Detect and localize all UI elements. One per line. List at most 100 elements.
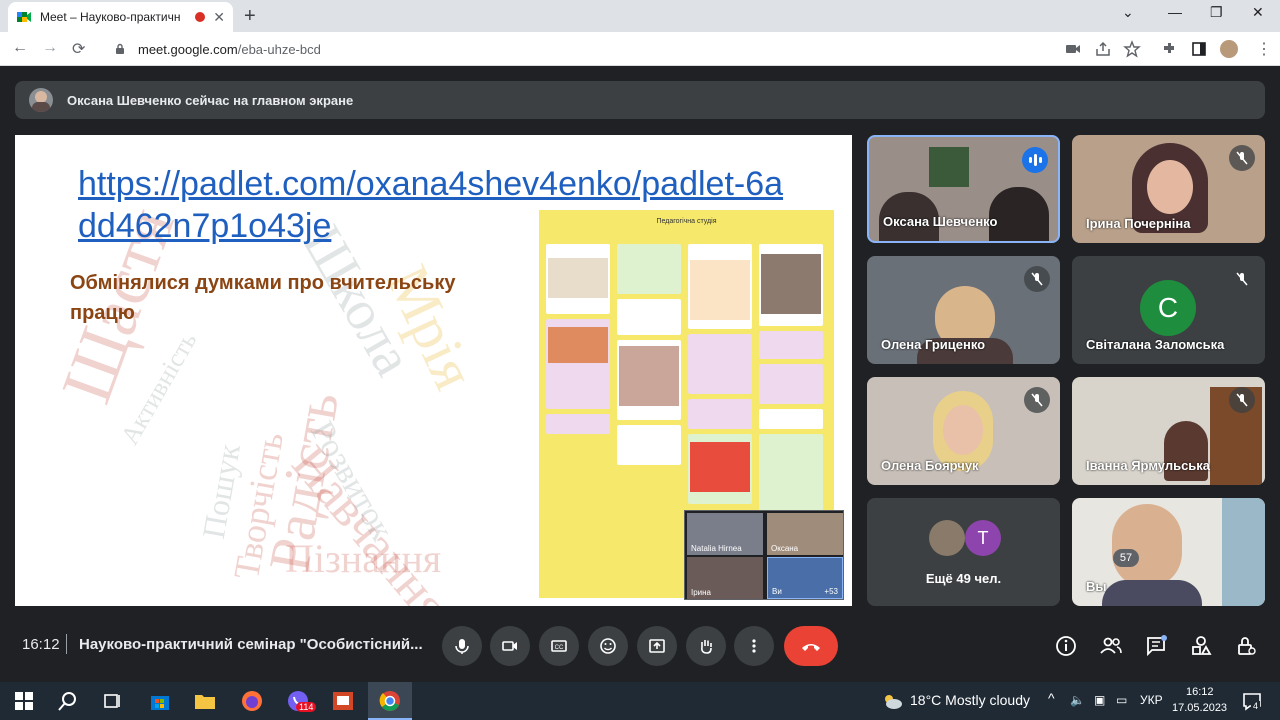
extensions-icon[interactable]	[1160, 40, 1178, 58]
present-screen-button[interactable]	[637, 626, 677, 666]
person-face	[1112, 504, 1182, 588]
mic-off-icon	[1229, 387, 1255, 413]
tab-search-chevron-icon[interactable]: ⌄	[1122, 4, 1134, 21]
banner-text: Оксана Шевченко сейчас на главном экране	[67, 92, 354, 108]
camera-button[interactable]	[490, 626, 530, 666]
app-tray-icon[interactable]: ▣	[1094, 693, 1105, 707]
meeting-title: Науково-практичний семінар "Особистісний…	[79, 636, 423, 653]
participant-avatar: T	[965, 520, 1001, 556]
meeting-clock: 16:12	[22, 636, 60, 653]
windows-start-icon[interactable]	[12, 689, 36, 713]
recording-indicator-icon	[195, 12, 206, 22]
more-participants-label: Ещё 49 чел.	[925, 571, 1002, 586]
pip-tile: Natalia Hirnea	[687, 513, 763, 555]
mic-off-icon	[1229, 266, 1255, 292]
weather-text[interactable]: 18°C Mostly cloudy	[910, 692, 1030, 708]
self-tile[interactable]: Вы	[1072, 498, 1265, 606]
participant-name: Іванна Ярмульська	[1086, 458, 1211, 473]
firefox-icon[interactable]	[240, 689, 264, 713]
reload-button[interactable]: ⟳	[72, 39, 85, 59]
participant-tile-oksana[interactable]: Оксана Шевченко	[867, 135, 1060, 243]
volume-icon[interactable]: 🔈	[1070, 693, 1085, 707]
activities-icon[interactable]	[1189, 634, 1213, 658]
microsoft-store-icon[interactable]	[148, 689, 172, 713]
url-host: meet.google.com	[138, 41, 238, 57]
presentation-app-icon[interactable]	[331, 689, 355, 713]
participant-avatar	[929, 520, 965, 556]
file-explorer-icon[interactable]	[193, 689, 217, 713]
profile-avatar[interactable]	[1220, 40, 1238, 58]
tab-title: Meet – Науково-практичн	[40, 10, 181, 24]
close-window-button[interactable]: ✕	[1252, 4, 1264, 21]
mic-off-icon	[1024, 387, 1050, 413]
participant-tile-olena-b[interactable]: Олена Боярчук	[867, 377, 1060, 485]
pip-label: Ви	[772, 587, 782, 596]
meeting-details-info-icon[interactable]	[1054, 634, 1078, 658]
browser-tab-meet[interactable]: Meet – Науково-практичн ✕	[8, 2, 233, 32]
participant-name: Олена Боярчук	[881, 458, 979, 473]
participant-name: Олена Гриценко	[881, 337, 986, 352]
participant-tile-svitalana[interactable]: C Світалана Заломська	[1072, 256, 1265, 364]
viber-badge: 114	[296, 702, 317, 712]
minimize-button[interactable]: —	[1168, 4, 1182, 20]
pip-tile: Ви +53	[767, 557, 843, 599]
forward-button[interactable]: →	[42, 39, 58, 57]
speaking-indicator-icon	[1022, 147, 1048, 173]
presentation-slide: Щастя Радість Творчість Пошук Навчання П…	[15, 135, 852, 606]
mic-off-icon	[1229, 145, 1255, 171]
tray-chevron-icon[interactable]: ^	[1048, 690, 1055, 706]
address-bar: ← → ⟳ meet.google.com/eba-uhze-bcd ⋮	[0, 32, 1280, 66]
taskbar-date[interactable]: 17.05.2023	[1172, 702, 1227, 714]
meet-controls-bar: 16:12 Науково-практичний семінар "Особис…	[0, 613, 1280, 682]
pip-label: Оксана	[771, 544, 799, 553]
presenter-pip-grid[interactable]: Natalia Hirnea Оксана Ірина Ви +53	[684, 510, 844, 600]
divider	[66, 634, 67, 654]
tab-bar: Meet – Науково-практичн ✕ + ⌄ — ❐ ✕	[0, 0, 1280, 32]
participant-name: Вы	[1086, 579, 1107, 594]
chrome-icon[interactable]	[378, 689, 402, 713]
side-panel-icon[interactable]	[1190, 40, 1208, 58]
chat-icon[interactable]	[1144, 634, 1168, 658]
notification-badge: 4	[1251, 701, 1261, 711]
mic-off-icon	[1024, 266, 1050, 292]
restore-button[interactable]: ❐	[1210, 4, 1223, 21]
task-view-icon[interactable]	[100, 689, 124, 713]
participant-tile-olena-h[interactable]: Олена Гриценко	[867, 256, 1060, 364]
new-tab-button[interactable]: +	[244, 5, 256, 28]
meet-main: Оксана Шевченко сейчас на главном экране…	[0, 66, 1280, 682]
share-icon[interactable]	[1094, 40, 1112, 58]
bookmark-star-icon[interactable]	[1123, 40, 1141, 58]
person-silhouette	[989, 187, 1049, 241]
participant-name: Оксана Шевченко	[883, 214, 998, 229]
host-controls-icon[interactable]	[1234, 634, 1258, 658]
participant-name: Ірина Почерніна	[1086, 216, 1191, 231]
url-field[interactable]: meet.google.com/eba-uhze-bcd	[104, 36, 1084, 62]
camera-permission-icon[interactable]	[1064, 40, 1082, 58]
more-options-button[interactable]	[734, 626, 774, 666]
more-participants-tile[interactable]: T Ещё 49 чел.	[867, 498, 1060, 606]
people-icon[interactable]	[1099, 634, 1123, 658]
leave-call-button[interactable]	[784, 626, 838, 666]
battery-icon[interactable]: ▭	[1116, 693, 1127, 707]
pip-label: Ірина	[691, 588, 712, 597]
participants-count-badge: 57	[1113, 549, 1139, 567]
captions-button[interactable]: CC	[539, 626, 579, 666]
menu-kebab-icon[interactable]: ⋮	[1256, 39, 1272, 59]
participant-avatar: C	[1140, 280, 1196, 336]
search-icon[interactable]	[56, 689, 80, 713]
reactions-button[interactable]	[588, 626, 628, 666]
raise-hand-button[interactable]	[686, 626, 726, 666]
padlet-title: Педагогічна студія	[656, 218, 717, 225]
participant-tile-iryna-p[interactable]: Ірина Почерніна	[1072, 135, 1265, 243]
tab-close-icon[interactable]: ✕	[213, 9, 225, 26]
pip-tile: Оксана	[767, 513, 843, 555]
person-silhouette	[1102, 580, 1202, 606]
background-board	[929, 147, 969, 187]
mic-button[interactable]	[442, 626, 482, 666]
taskbar-time[interactable]: 16:12	[1186, 686, 1214, 698]
keyboard-language[interactable]: УКР	[1140, 693, 1163, 707]
svg-text:CC: CC	[555, 645, 564, 651]
back-button[interactable]: ←	[12, 39, 28, 57]
presenting-banner: Оксана Шевченко сейчас на главном экране	[15, 81, 1265, 119]
participant-tile-ivanna[interactable]: Іванна Ярмульська	[1072, 377, 1265, 485]
